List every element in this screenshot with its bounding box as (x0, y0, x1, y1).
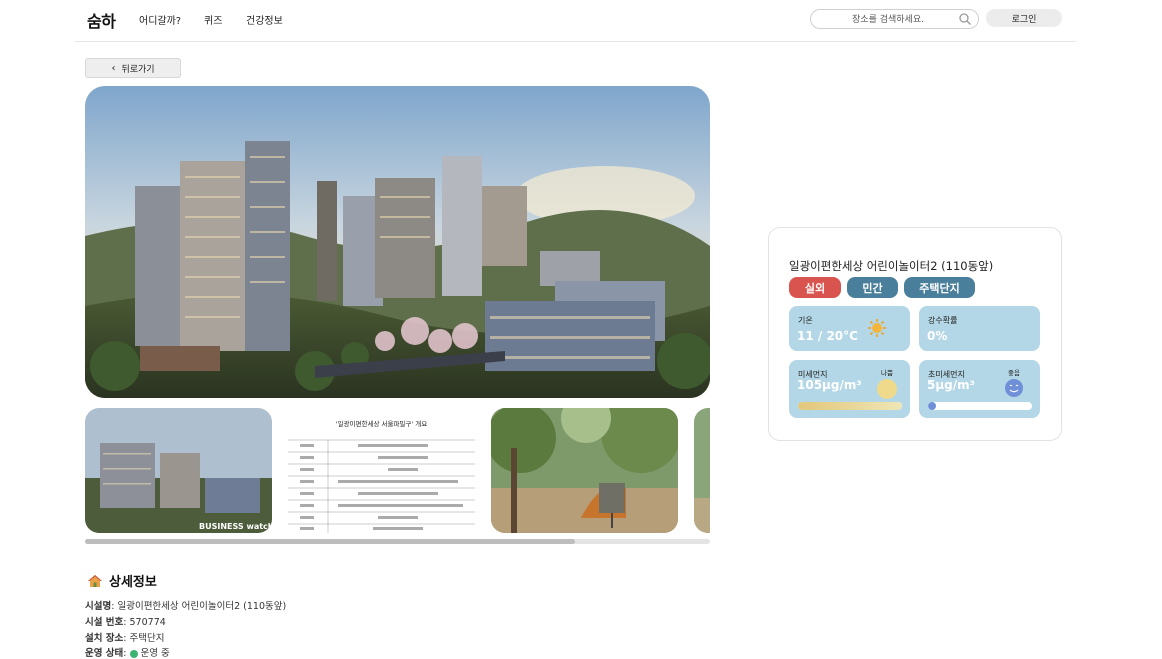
detail-key: 시설명 (85, 601, 112, 612)
precipitation-value: 0% (927, 329, 948, 343)
facility-info-card: 일광이편한세상 어린이놀이터2 (110동앞) 실외 민간 주택단지 기온 11… (768, 227, 1062, 441)
apartment-complex-image (85, 86, 710, 398)
detail-install-place: 설치 장소: 주택단지 (85, 633, 165, 644)
precipitation-label: 강수확률 (928, 316, 958, 325)
thumbnail-partial-photo[interactable] (694, 408, 710, 533)
pm25-level-bar (928, 402, 1032, 410)
back-button[interactable]: ‹ 뒤로가기 (85, 58, 181, 78)
search-box (810, 9, 979, 29)
precipitation-tile: 강수확률 0% (919, 306, 1040, 351)
house-icon (88, 574, 102, 587)
detail-key: 시설 번호 (85, 617, 124, 628)
document-table (288, 439, 475, 533)
pm25-value: 5μg/m³ (927, 378, 975, 392)
detail-value: 운영 중 (140, 648, 170, 659)
top-navigation-bar: 숨하 어디갈까? 퀴즈 건강정보 로그인 (75, 0, 1076, 42)
details-heading-text: 상세정보 (109, 575, 157, 590)
nav-where-to-go[interactable]: 어디갈까? (139, 12, 181, 27)
detail-facility-name: 시설명: 일광이편한세상 어린이놀이터2 (110동앞) (85, 601, 287, 612)
pm25-grade: 좋음 (1008, 369, 1020, 377)
detail-key: 설치 장소 (85, 633, 124, 644)
sun-icon (868, 319, 886, 337)
scrollbar-thumb[interactable] (85, 539, 575, 544)
temperature-tile: 기온 11 / 20°C (789, 306, 910, 351)
search-icon[interactable] (958, 12, 972, 26)
pm10-grade: 나쁨 (881, 369, 893, 377)
details-section-heading: 상세정보 (87, 571, 157, 590)
pm25-tile: 초미세먼지 5μg/m³ 좋음 (919, 360, 1040, 418)
tag-outdoor: 실외 (789, 277, 841, 298)
nav-health-info[interactable]: 건강정보 (246, 12, 283, 27)
pm10-value: 105μg/m³ (797, 378, 862, 392)
app-logo[interactable]: 숨하 (87, 8, 116, 32)
smile-face-icon (1005, 379, 1023, 397)
tag-housing-complex: 주택단지 (904, 277, 975, 298)
pm10-tile: 미세먼지 105μg/m³ 나쁨 (789, 360, 910, 418)
detail-key: 운영 상태 (85, 648, 124, 659)
temperature-value: 11 / 20°C (797, 329, 858, 343)
tag-private: 민간 (847, 277, 898, 298)
detail-operation-status: 운영 상태: 운영 중 (85, 648, 170, 659)
detail-value: 주택단지 (129, 633, 165, 644)
thumbnail-scrollbar[interactable] (85, 539, 710, 544)
main-photo (85, 86, 710, 398)
facility-title: 일광이편한세상 어린이놀이터2 (110동앞) (789, 259, 994, 273)
login-button[interactable]: 로그인 (986, 9, 1062, 27)
detail-value: 일광이편한세상 어린이놀이터2 (110동앞) (117, 601, 287, 612)
chevron-left-icon: ‹ (111, 62, 116, 74)
detail-value: 570774 (129, 617, 166, 628)
search-input[interactable] (821, 11, 955, 28)
thumbnail-apartment-render[interactable]: BUSINESS watch (85, 408, 272, 533)
pm10-level-fill (798, 402, 902, 410)
pm25-level-fill (928, 402, 937, 410)
pm10-level-bar (798, 402, 902, 410)
thumbnail-strip[interactable]: BUSINESS watch '일광이편한세상 서울파밀구' 개요 (85, 408, 710, 533)
thumbnail-watermark: BUSINESS watch (199, 522, 272, 531)
nav-quiz[interactable]: 퀴즈 (204, 12, 222, 27)
thumbnail-document[interactable]: '일광이편한세상 서울파밀구' 개요 (288, 408, 475, 533)
temperature-label: 기온 (798, 316, 813, 325)
thumbnail-playground-photo[interactable] (491, 408, 678, 533)
detail-facility-number: 시설 번호: 570774 (85, 617, 166, 628)
back-label: 뒤로가기 (121, 64, 155, 75)
sad-face-icon (877, 379, 897, 399)
